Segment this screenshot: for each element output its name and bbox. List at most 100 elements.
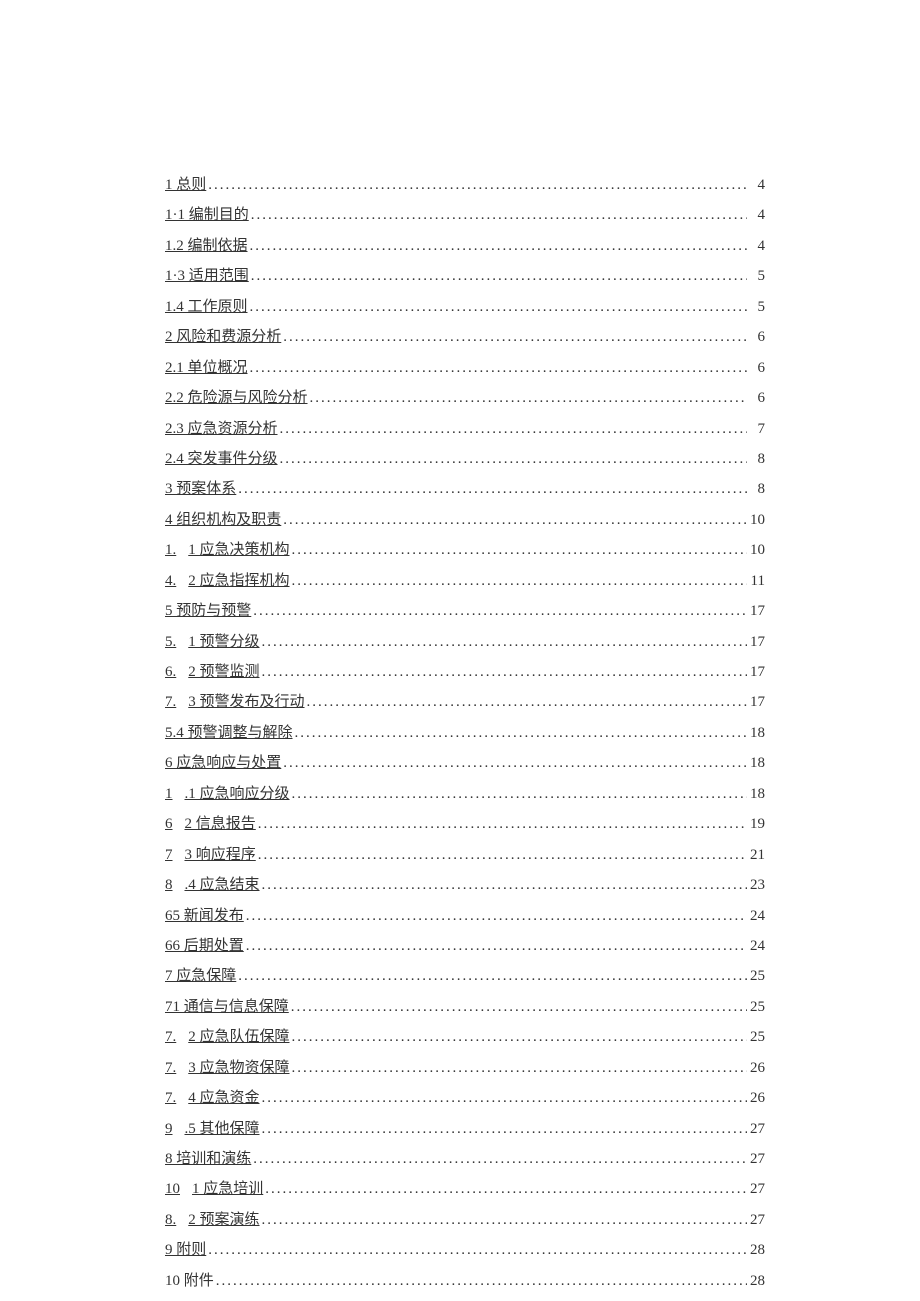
toc-page-number: 19 bbox=[747, 809, 765, 839]
toc-entry[interactable]: 1.1 应急决策机构10 bbox=[165, 535, 765, 565]
toc-page-number: 23 bbox=[747, 870, 765, 900]
toc-prefix: 2.1 单位概况 bbox=[165, 353, 248, 383]
toc-prefix: 1.4 工作原则 bbox=[165, 292, 248, 322]
toc-page-number: 25 bbox=[747, 992, 765, 1022]
toc-entry[interactable]: 3 预案体系 8 bbox=[165, 474, 765, 504]
toc-leader bbox=[260, 1114, 747, 1144]
toc-entry[interactable]: 8 .4 应急结束 23 bbox=[165, 870, 765, 900]
toc-text: 2 应急指挥机构 bbox=[188, 566, 289, 596]
toc-prefix: 65 新闻发布 bbox=[165, 901, 244, 931]
toc-entry[interactable]: 7 应急保障 25 bbox=[165, 961, 765, 991]
toc-entry[interactable]: 1.4 工作原则5 bbox=[165, 292, 765, 322]
toc-prefix: 8 bbox=[165, 870, 173, 900]
toc-prefix: 5 预防与预警 bbox=[165, 596, 251, 626]
toc-page-number: 4 bbox=[747, 231, 765, 261]
toc-text: 1 预警分级 bbox=[188, 627, 259, 657]
toc-prefix: 7. bbox=[165, 687, 176, 717]
toc-prefix: 2.2 危险源与风险分析 bbox=[165, 383, 308, 413]
toc-entry[interactable]: 2.1 单位概况6 bbox=[165, 353, 765, 383]
toc-page-number: 7 bbox=[747, 414, 765, 444]
toc-page-number: 8 bbox=[747, 444, 765, 474]
toc-page-number: 17 bbox=[747, 627, 765, 657]
toc-entry[interactable]: 2.3 应急资源分析 7 bbox=[165, 414, 765, 444]
toc-entry[interactable]: 65 新闻发布24 bbox=[165, 901, 765, 931]
toc-entry[interactable]: 62 信息报告19 bbox=[165, 809, 765, 839]
toc-leader bbox=[305, 687, 747, 717]
toc-entry[interactable]: 6.2 预警监测17 bbox=[165, 657, 765, 687]
toc-entry[interactable]: 66 后期处置24 bbox=[165, 931, 765, 961]
toc-entry[interactable]: 10 附件28 bbox=[165, 1266, 765, 1296]
toc-entry[interactable]: 73 响应程序21 bbox=[165, 840, 765, 870]
toc-entry[interactable]: 1 总则 4 bbox=[165, 170, 765, 200]
toc-entry[interactable]: 7.3 预警发布及行动17 bbox=[165, 687, 765, 717]
toc-prefix: 1.2 编制依据 bbox=[165, 231, 248, 261]
toc-text: .4 应急结束 bbox=[185, 870, 260, 900]
toc-page-number: 27 bbox=[747, 1205, 765, 1235]
toc-leader bbox=[248, 292, 747, 322]
toc-entry[interactable]: 2.2 危险源与风险分析6 bbox=[165, 383, 765, 413]
toc-leader bbox=[248, 231, 747, 261]
toc-leader bbox=[290, 779, 747, 809]
toc-leader bbox=[290, 1053, 747, 1083]
toc-page-number: 28 bbox=[747, 1235, 765, 1265]
toc-entry[interactable]: 2 风险和费源分析6 bbox=[165, 322, 765, 352]
toc-prefix: 2 风险和费源分析 bbox=[165, 322, 281, 352]
toc-leader bbox=[281, 748, 747, 778]
toc-entry[interactable]: 1.1 应急响应分级18 bbox=[165, 779, 765, 809]
toc-entry[interactable]: 2.4 突发事件分级8 bbox=[165, 444, 765, 474]
toc-prefix: 9 附则 bbox=[165, 1235, 206, 1265]
toc-page-number: 5 bbox=[747, 261, 765, 291]
toc-entry[interactable]: 8 培训和演练27 bbox=[165, 1144, 765, 1174]
toc-entry[interactable]: 6 应急响应与处置18 bbox=[165, 748, 765, 778]
toc-leader bbox=[290, 535, 747, 565]
toc-entry[interactable]: 9 附则 28 bbox=[165, 1235, 765, 1265]
toc-page-number: 26 bbox=[747, 1083, 765, 1113]
toc-prefix: 66 后期处置 bbox=[165, 931, 244, 961]
toc-prefix: 7. bbox=[165, 1053, 176, 1083]
toc-entry[interactable]: 5.4 预警调整与解除18 bbox=[165, 718, 765, 748]
toc-leader bbox=[260, 870, 747, 900]
toc-page-number: 4 bbox=[747, 170, 765, 200]
toc-page-number: 18 bbox=[747, 748, 765, 778]
toc-page-number: 17 bbox=[747, 687, 765, 717]
toc-leader bbox=[236, 474, 747, 504]
toc-entry[interactable]: 71 通信与信息保障25 bbox=[165, 992, 765, 1022]
toc-entry[interactable]: 1.2 编制依据 4 bbox=[165, 231, 765, 261]
toc-prefix: 6. bbox=[165, 657, 176, 687]
toc-leader bbox=[281, 505, 747, 535]
toc-entry[interactable]: 4 组织机构及职责10 bbox=[165, 505, 765, 535]
toc-leader bbox=[289, 992, 747, 1022]
toc-page-number: 25 bbox=[747, 1022, 765, 1052]
toc-prefix: 3 预案体系 bbox=[165, 474, 236, 504]
toc-prefix: 7 bbox=[165, 840, 173, 870]
toc-entry[interactable]: 9.5 其他保障27 bbox=[165, 1114, 765, 1144]
toc-entry[interactable]: 7.3 应急物资保障26 bbox=[165, 1053, 765, 1083]
toc-page-number: 17 bbox=[747, 596, 765, 626]
toc-leader bbox=[290, 566, 747, 596]
toc-leader bbox=[248, 353, 747, 383]
toc-entry[interactable]: 8.2 预案演练27 bbox=[165, 1205, 765, 1235]
toc-entry[interactable]: 5 预防与预警 17 bbox=[165, 596, 765, 626]
toc-leader bbox=[256, 809, 747, 839]
toc-entry[interactable]: 1·1 编制目的4 bbox=[165, 200, 765, 230]
toc-prefix: 2.3 应急资源分析 bbox=[165, 414, 278, 444]
toc-prefix: 1·1 编制目的 bbox=[165, 200, 249, 230]
toc-prefix: 10 附件 bbox=[165, 1266, 214, 1296]
toc-prefix: 1 bbox=[165, 779, 173, 809]
toc-text: 3 应急物资保障 bbox=[188, 1053, 289, 1083]
toc-text: 1 应急决策机构 bbox=[188, 535, 289, 565]
toc-prefix: 7 应急保障 bbox=[165, 961, 236, 991]
toc-text: 2 应急队伍保障 bbox=[188, 1022, 289, 1052]
toc-entry[interactable]: 101 应急培训27 bbox=[165, 1174, 765, 1204]
toc-entry[interactable]: 1·3 适用范围5 bbox=[165, 261, 765, 291]
toc-prefix: 6 bbox=[165, 809, 173, 839]
toc-prefix: 1 总则 bbox=[165, 170, 206, 200]
toc-prefix: 10 bbox=[165, 1174, 180, 1204]
toc-entry[interactable]: 7.2 应急队伍保障25 bbox=[165, 1022, 765, 1052]
toc-entry[interactable]: 5. 1 预警分级 17 bbox=[165, 627, 765, 657]
toc-prefix: 5. bbox=[165, 627, 176, 657]
toc-page-number: 8 bbox=[747, 474, 765, 504]
toc-entry[interactable]: 7.4 应急资金26 bbox=[165, 1083, 765, 1113]
toc-page-number: 25 bbox=[747, 961, 765, 991]
toc-entry[interactable]: 4.2 应急指挥机构11 bbox=[165, 566, 765, 596]
